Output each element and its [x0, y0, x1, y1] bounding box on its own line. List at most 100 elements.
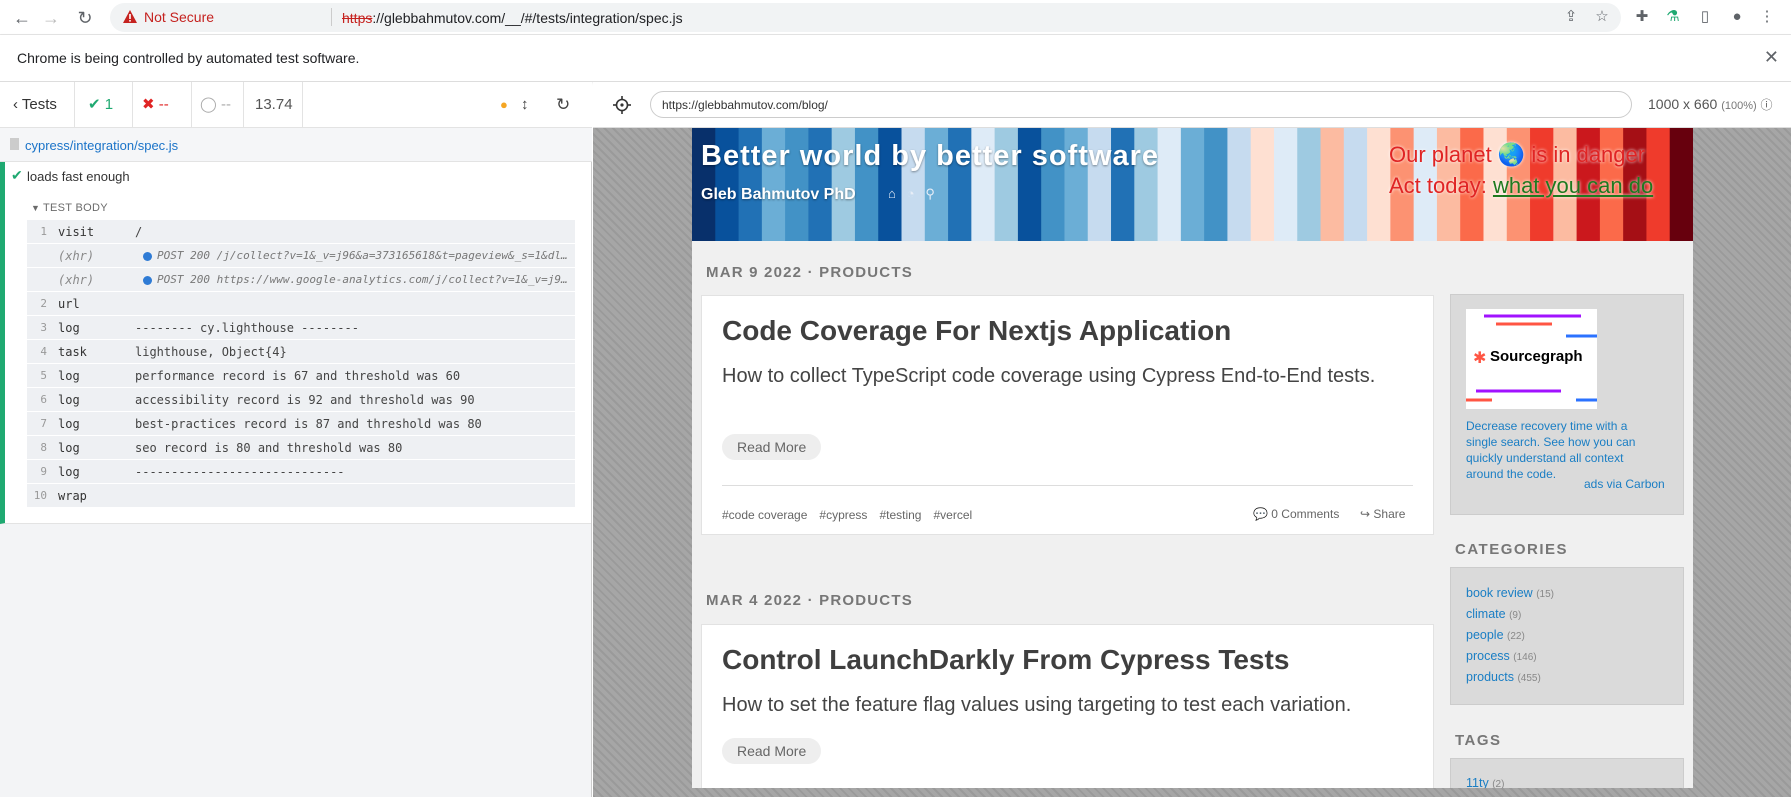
act-prefix: Act today:	[1389, 173, 1493, 198]
test-body-header[interactable]: TEST BODY	[43, 202, 108, 214]
what-you-can-do-link[interactable]: what you can do	[1493, 173, 1653, 198]
rerun-icon[interactable]: ↻	[556, 82, 578, 128]
warming-stripe	[1250, 128, 1275, 241]
ad-image[interactable]: ✱ Sourcegraph	[1466, 309, 1597, 409]
post-title[interactable]: Control LaunchDarkly From Cypress Tests	[722, 644, 1289, 676]
post-meta: MAR 9 2022 · PRODUCTS	[706, 264, 913, 281]
command-row[interactable]: 7 log best-practices record is 87 and thre…	[27, 412, 575, 436]
category-count: (22)	[1507, 631, 1525, 642]
aut-url-field[interactable]: https://glebbahmutov.com/blog/	[650, 91, 1632, 118]
command-message: performance record is 67 and threshold w…	[135, 369, 461, 383]
command-name: log	[58, 417, 80, 431]
command-number: 5	[40, 369, 47, 382]
command-row[interactable]: 9 log -----------------------------	[27, 460, 575, 484]
tag-link[interactable]: #testing	[879, 508, 921, 522]
command-row[interactable]: (xhr) POST 200 https://www.google-analyti…	[27, 268, 575, 292]
ads-via-carbon-link[interactable]: ads via Carbon	[1584, 477, 1665, 491]
address-bar[interactable]: Not Secure https://glebbahmutov.com/__/#…	[110, 3, 1621, 32]
category-link[interactable]: book review (15)	[1466, 586, 1554, 600]
tags-heading: TAGS	[1455, 732, 1502, 749]
category-link[interactable]: people (22)	[1466, 628, 1525, 642]
forward-arrow-icon[interactable]: →	[40, 7, 62, 29]
collapse-triangle-icon[interactable]: ▼	[31, 203, 40, 213]
command-row[interactable]: 1 visit /	[27, 220, 575, 244]
rss-icon[interactable]: ◔	[907, 186, 915, 201]
category-count: (455)	[1517, 673, 1541, 684]
command-row[interactable]: 5 log performance record is 67 and thresho…	[27, 364, 575, 388]
test-item[interactable]: ✔ loads fast enough ▼ TEST BODY 1 visit / (…	[0, 162, 591, 524]
planet-danger-text: Our planet 🌏 is in danger	[1389, 142, 1646, 167]
categories-list: book review (15) climate (9) people (22) pr…	[1450, 567, 1684, 705]
command-row[interactable]: 6 log accessibility record is 92 and thres…	[27, 388, 575, 412]
command-name: log	[58, 321, 80, 335]
site-author[interactable]: Gleb Bahmutov PhD	[701, 186, 856, 204]
back-to-tests-button[interactable]: ‹ Tests	[0, 82, 75, 128]
command-number: 9	[40, 465, 47, 478]
home-icon[interactable]: ⌂	[888, 186, 896, 201]
categories-heading: CATEGORIES	[1455, 541, 1569, 558]
viewport-dimensions: 1000 x 660	[1648, 96, 1718, 112]
read-more-button[interactable]: Read More	[722, 434, 822, 460]
running-dot-icon: ●	[500, 97, 508, 112]
info-icon[interactable]: ⓘ	[1761, 98, 1773, 112]
check-icon: ✔	[88, 96, 101, 113]
tag-link[interactable]: #cypress	[819, 508, 867, 522]
read-more-button[interactable]: Read More	[722, 738, 822, 764]
menu-kebab-icon[interactable]: ⋮	[1758, 8, 1776, 26]
tests-label: Tests	[21, 96, 57, 113]
extensions-puzzle-icon[interactable]: ✚	[1633, 8, 1651, 26]
tag-link[interactable]: #code coverage	[722, 508, 807, 522]
post-summary: How to collect TypeScript code coverage …	[722, 365, 1376, 387]
selector-playground-icon[interactable]	[613, 96, 631, 114]
site-banner: Better world by better software Gleb Bah…	[692, 128, 1693, 241]
side-panel-icon[interactable]: ▯	[1696, 8, 1714, 26]
bookmark-star-icon[interactable]: ☆	[1593, 8, 1611, 26]
xhr-dot-icon	[143, 252, 152, 261]
automation-infobar: Chrome is being controlled by automated …	[0, 35, 1791, 82]
category-link[interactable]: process (146)	[1466, 649, 1537, 663]
category-name: process	[1466, 649, 1510, 663]
command-row[interactable]: 3 log -------- cy.lighthouse --------	[27, 316, 575, 340]
back-arrow-icon[interactable]: ←	[11, 7, 33, 29]
spec-file-link[interactable]: cypress/integration/spec.js	[25, 138, 178, 153]
command-row[interactable]: 4 task lighthouse, Object{4}	[27, 340, 575, 364]
share-arrow-icon: ↪	[1360, 507, 1371, 521]
aut-url-text: https://glebbahmutov.com/blog/	[662, 98, 828, 112]
aut-header: https://glebbahmutov.com/blog/ 1000 x 66…	[593, 82, 1791, 128]
profile-avatar-icon[interactable]: ●	[1728, 8, 1746, 26]
command-log: 1 visit / (xhr) POST 200 /j/collect?v=1&_v=j…	[27, 220, 575, 508]
passed-count[interactable]: ✔ 1	[75, 82, 133, 128]
test-title[interactable]: loads fast enough	[27, 169, 130, 184]
cypress-extension-icon[interactable]: ⚗	[1664, 8, 1682, 26]
command-name: visit	[58, 225, 95, 239]
command-row[interactable]: 2 url	[27, 292, 575, 316]
tag-link[interactable]: #vercel	[933, 508, 972, 522]
category-link[interactable]: products (455)	[1466, 670, 1541, 684]
share-icon[interactable]: ⇪	[1562, 8, 1580, 26]
command-row[interactable]: 10 wrap	[27, 484, 575, 508]
comment-bubble-icon: 💬	[1253, 507, 1268, 521]
file-icon	[10, 138, 19, 150]
command-row[interactable]: 8 log seo record is 80 and threshold was 8…	[27, 436, 575, 460]
category-link[interactable]: climate (9)	[1466, 607, 1521, 621]
failed-count[interactable]: ✖ --	[133, 82, 192, 128]
ad-text[interactable]: Decrease recovery time with a single sea…	[1466, 418, 1641, 482]
site-title[interactable]: Better world by better software	[701, 140, 1159, 173]
close-icon[interactable]: ✕	[1764, 47, 1779, 68]
command-message: lighthouse, Object{4}	[135, 345, 287, 359]
share-link[interactable]: ↪ Share	[1360, 507, 1405, 521]
command-name: (xhr)	[58, 273, 95, 287]
tag-item[interactable]: 11ty (2)	[1466, 776, 1504, 788]
passed-value: 1	[104, 96, 114, 113]
reload-icon[interactable]: ↻	[74, 7, 96, 29]
command-row[interactable]: (xhr) POST 200 /j/collect?v=1&_v=j96&a=37…	[27, 244, 575, 268]
scroll-toggle-icon[interactable]: ↕	[521, 82, 535, 128]
category-count: (9)	[1509, 610, 1522, 621]
post-summary: How to set the feature flag values using…	[722, 694, 1352, 716]
carbon-ad[interactable]: ✱ Sourcegraph Decrease recovery time wit…	[1450, 294, 1684, 515]
comments-link[interactable]: 💬 0 Comments	[1253, 507, 1339, 521]
address-url: https://glebbahmutov.com/__/#/tests/inte…	[342, 10, 683, 26]
warning-triangle-icon	[123, 10, 137, 23]
search-icon[interactable]: ⚲	[925, 186, 935, 201]
post-title[interactable]: Code Coverage For Nextjs Application	[722, 315, 1231, 347]
